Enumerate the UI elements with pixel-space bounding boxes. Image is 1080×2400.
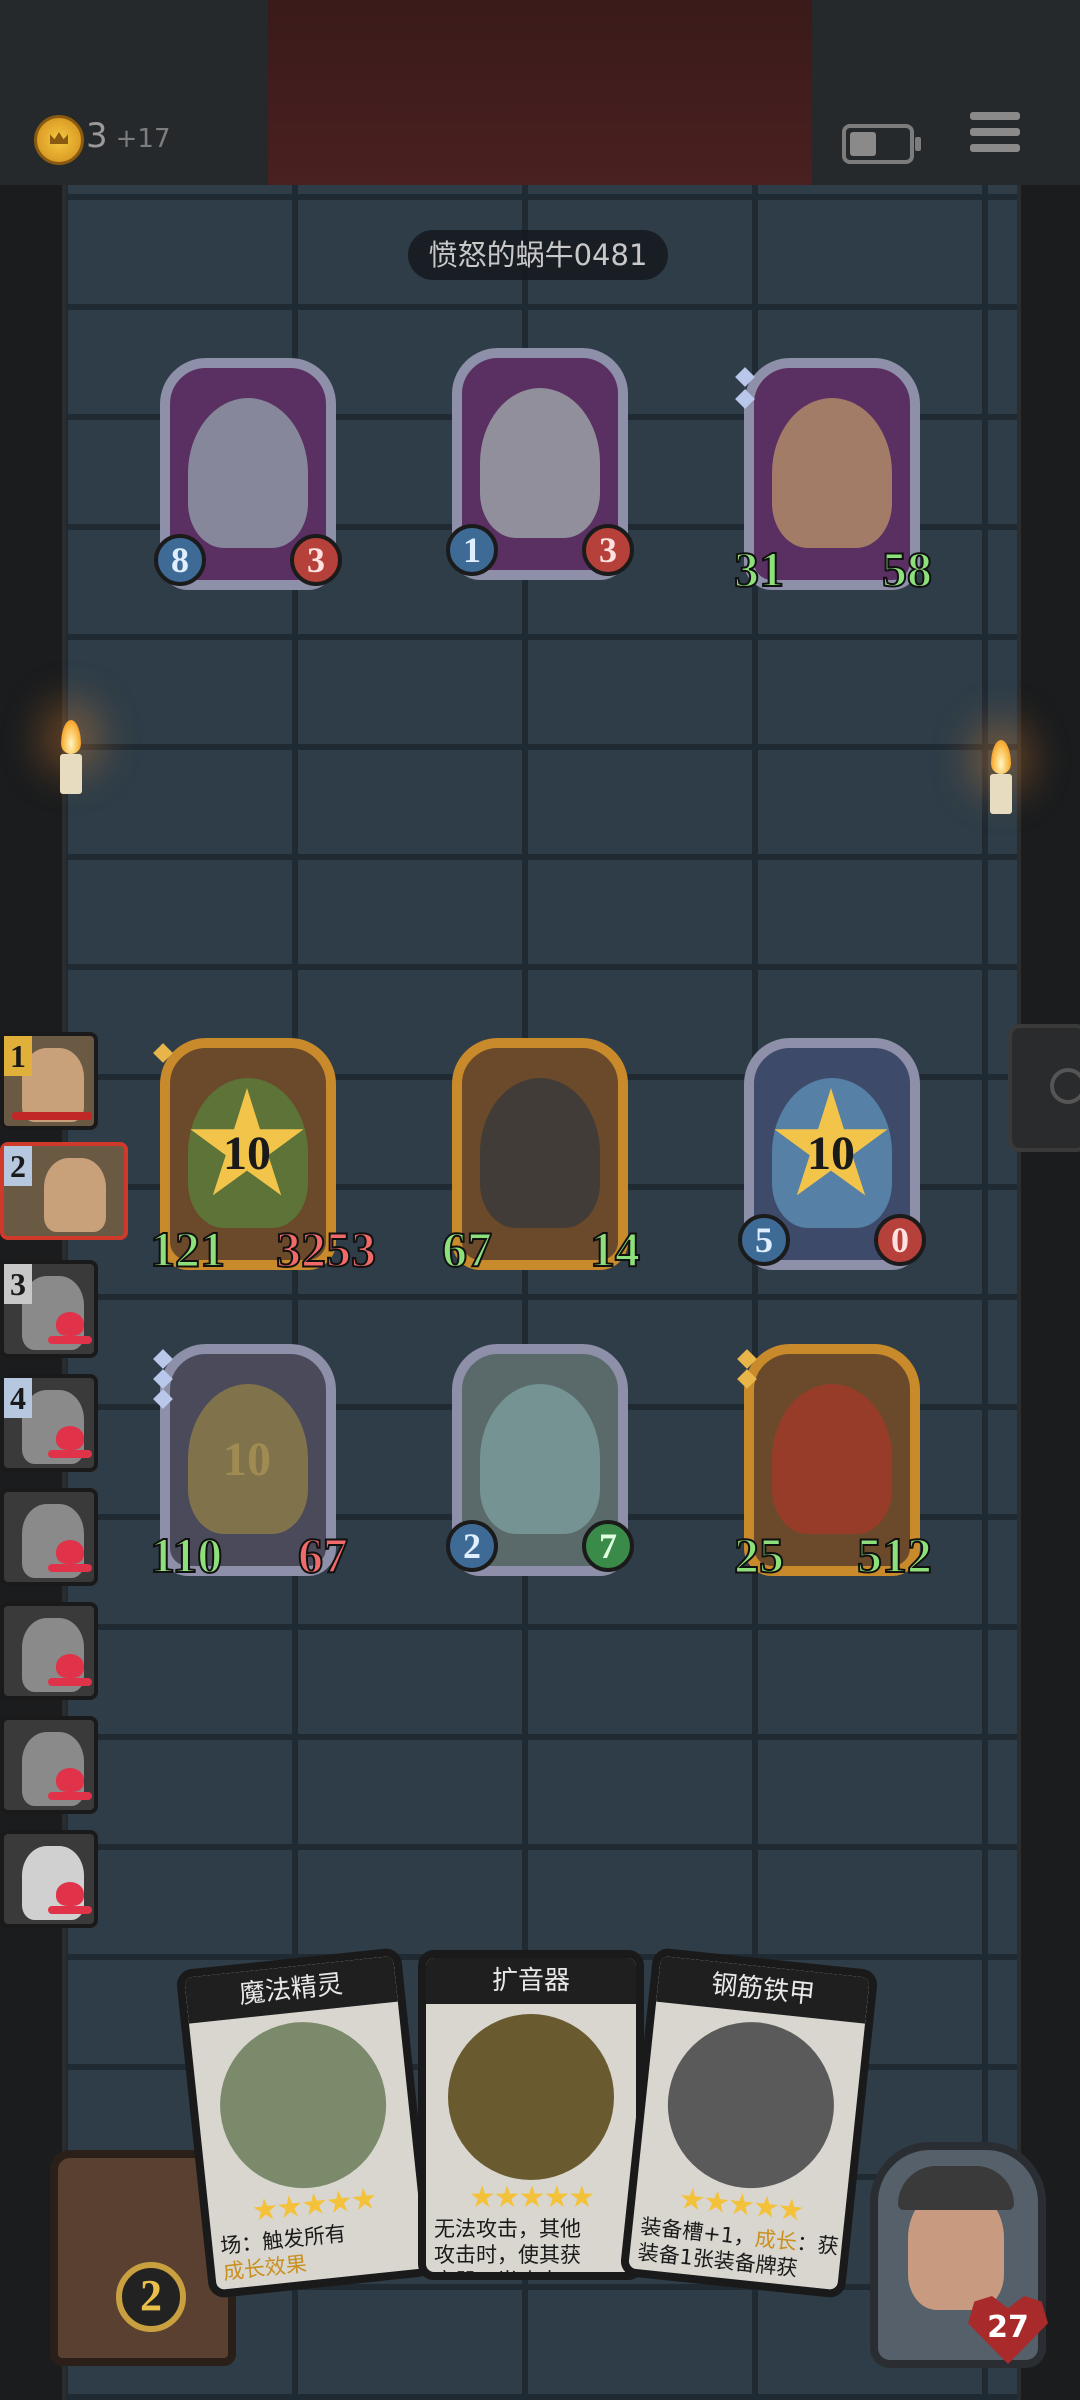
unit-portrait bbox=[772, 1384, 892, 1534]
player-unit[interactable]: 2 7 bbox=[446, 1344, 634, 1576]
health-stat: 3 bbox=[290, 534, 342, 586]
roster-slot[interactable]: 4 bbox=[0, 1374, 98, 1472]
skull-icon bbox=[48, 1878, 92, 1922]
attack-stat: 8 bbox=[154, 534, 206, 586]
torch-right-icon bbox=[986, 740, 1016, 814]
menu-icon[interactable] bbox=[970, 112, 1020, 160]
player-unit[interactable]: 10 110 67 bbox=[149, 1344, 349, 1584]
hand-card[interactable]: 扩音器 ★★★★★ 无法攻击，其他攻击时，使其获音器一半攻击 bbox=[418, 1950, 644, 2280]
card-title: 钢筋铁甲 bbox=[656, 1955, 870, 2024]
health-stat: 0 bbox=[874, 1214, 926, 1266]
roster-portrait bbox=[44, 1158, 106, 1232]
gold-amount: 3 bbox=[86, 116, 108, 156]
attack-stat: 121 bbox=[149, 1220, 226, 1278]
skull-icon bbox=[48, 1536, 92, 1580]
gold-income: +17 bbox=[115, 124, 171, 154]
player-health: 27 bbox=[968, 2296, 1048, 2364]
opponent-name: 愤怒的蜗牛0481 bbox=[408, 230, 668, 280]
card-art bbox=[448, 2014, 614, 2180]
roster-slot[interactable]: 3 bbox=[0, 1260, 98, 1358]
roster-number: 1 bbox=[4, 1036, 32, 1076]
gold-coin-icon bbox=[34, 115, 84, 165]
player-health-value: 27 bbox=[987, 2310, 1029, 2345]
enemy-unit[interactable]: 8 3 bbox=[154, 358, 342, 590]
skull-icon bbox=[48, 1650, 92, 1694]
torch-left-icon bbox=[56, 720, 86, 794]
unit-portrait bbox=[480, 1384, 600, 1534]
card-title: 魔法精灵 bbox=[184, 1955, 398, 2024]
health-stat: 512 bbox=[856, 1526, 933, 1584]
hand-card[interactable]: 钢筋铁甲 ★★★★★ 装备槽+1，成长：获 装备1张装备牌获 bbox=[619, 1947, 879, 2299]
health-stat: 3253 bbox=[275, 1220, 377, 1278]
skull-icon bbox=[48, 1422, 92, 1466]
health-stat: 58 bbox=[881, 540, 933, 598]
health-stat: 67 bbox=[297, 1526, 349, 1584]
player-unit[interactable]: 25 512 bbox=[733, 1344, 933, 1584]
side-toggle-button[interactable] bbox=[1008, 1024, 1080, 1152]
skull-icon bbox=[48, 1308, 92, 1352]
unit-portrait bbox=[188, 398, 308, 548]
health-stat: 14 bbox=[589, 1220, 641, 1278]
unit-portrait bbox=[480, 388, 600, 538]
card-description: 无法攻击，其他攻击时，使其获音器一半攻击 bbox=[434, 2217, 581, 2272]
health-stat: 3 bbox=[582, 524, 634, 576]
unit-level: 10 bbox=[223, 1433, 271, 1486]
attack-stat: 5 bbox=[738, 1214, 790, 1266]
roster-slot[interactable] bbox=[0, 1830, 98, 1928]
card-art bbox=[659, 2013, 843, 2197]
enemy-unit[interactable]: 31 58 bbox=[733, 358, 933, 598]
player-hat bbox=[898, 2166, 1014, 2210]
attack-stat: 110 bbox=[149, 1526, 223, 1584]
roster-slot[interactable]: 1 bbox=[0, 1032, 98, 1130]
skull-icon bbox=[48, 1764, 92, 1808]
roster-slot[interactable] bbox=[0, 1488, 98, 1586]
unit-level: 10 bbox=[223, 1127, 271, 1180]
roster-slot-current[interactable]: 2 bbox=[0, 1142, 128, 1240]
unit-level: 10 bbox=[807, 1127, 855, 1180]
player-unit[interactable]: 67 14 bbox=[441, 1038, 641, 1278]
curtain bbox=[268, 0, 812, 185]
attack-stat: 67 bbox=[441, 1220, 493, 1278]
enemy-unit[interactable]: 1 3 bbox=[446, 348, 634, 580]
attack-stat: 25 bbox=[733, 1526, 785, 1584]
attack-stat: 31 bbox=[733, 540, 785, 598]
right-pillar bbox=[1017, 185, 1080, 2400]
attack-stat: 2 bbox=[446, 1520, 498, 1572]
unit-portrait bbox=[480, 1078, 600, 1228]
card-title: 扩音器 bbox=[426, 1958, 636, 2004]
card-stars: ★★★★★ bbox=[468, 2180, 595, 2215]
chest-count: 2 bbox=[116, 2262, 186, 2332]
health-stat: 7 bbox=[582, 1520, 634, 1572]
roster-number: 2 bbox=[4, 1146, 32, 1186]
roster-slot[interactable] bbox=[0, 1716, 98, 1814]
hand-card[interactable]: 魔法精灵 ★★★★★ 场：触发所有 成长效果 bbox=[175, 1947, 435, 2299]
player-unit[interactable]: 10 121 3253 bbox=[149, 1038, 377, 1278]
attack-stat: 1 bbox=[446, 524, 498, 576]
roster-number: 4 bbox=[4, 1378, 32, 1418]
roster-slot[interactable] bbox=[0, 1602, 98, 1700]
unit-portrait bbox=[772, 398, 892, 548]
card-art bbox=[211, 2013, 395, 2197]
player-unit[interactable]: 10 5 0 bbox=[738, 1038, 926, 1270]
roster-number: 3 bbox=[4, 1264, 32, 1304]
roster-hp-bar bbox=[12, 1112, 92, 1120]
battery-icon bbox=[842, 124, 921, 164]
gold-counter: 3 +17 bbox=[86, 116, 171, 156]
